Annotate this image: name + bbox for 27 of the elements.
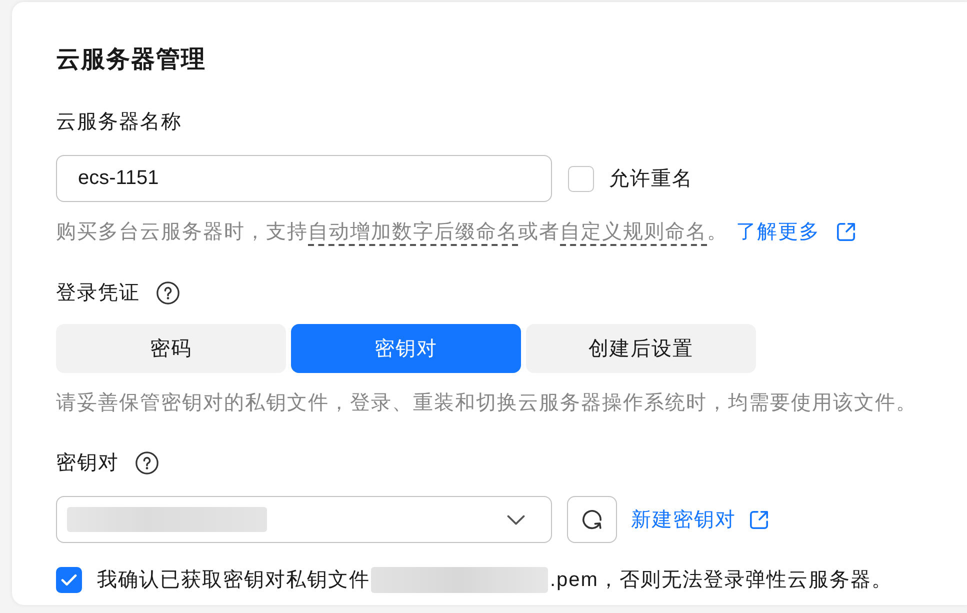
help-icon[interactable] [156, 281, 180, 305]
confirmation-text: 我确认已获取密钥对私钥文件 [97, 568, 370, 593]
tab[interactable]: 密钥对 [291, 324, 521, 373]
external-link-icon [836, 222, 856, 242]
learn-more-link[interactable]: 了解更多 [736, 218, 856, 246]
refresh-icon [580, 508, 604, 532]
refresh-button[interactable] [567, 496, 617, 543]
confirmation-text: .pem，否则无法登录弹性云服务器。 [550, 568, 892, 593]
checkbox[interactable] [568, 166, 594, 192]
create-key-pair-link[interactable]: 新建密钥对 [631, 506, 769, 534]
tooltip-term[interactable]: 自动增加数字后缀命名 [308, 221, 518, 243]
hint-text: 请妥善保管密钥对的私钥文件，登录、重装和切换云服务器操作系统时，均需要使用该文件。 [56, 391, 917, 416]
hint-text: 购买多台云服务器时，支持自动增加数字后缀命名或者自定义规则命名。 [56, 220, 728, 245]
external-link-icon [749, 510, 769, 530]
server-name-input[interactable]: ecs-1151 [56, 155, 552, 202]
checkbox[interactable] [56, 567, 82, 593]
help-icon[interactable] [135, 451, 159, 475]
field-label: 云服务器名称 [56, 110, 182, 135]
section-title: 云服务器管理 [56, 45, 206, 75]
tab[interactable]: 创建后设置 [526, 324, 756, 373]
chevron-down-icon [507, 514, 525, 524]
field-label: 密钥对 [56, 451, 119, 476]
tooltip-term[interactable]: 自定义规则命名 [560, 221, 707, 243]
checkmark-icon [61, 574, 77, 586]
checkbox-label[interactable]: 允许重名 [609, 164, 693, 192]
tab[interactable]: 密码 [56, 324, 286, 373]
field-label: 登录凭证 [56, 281, 140, 306]
